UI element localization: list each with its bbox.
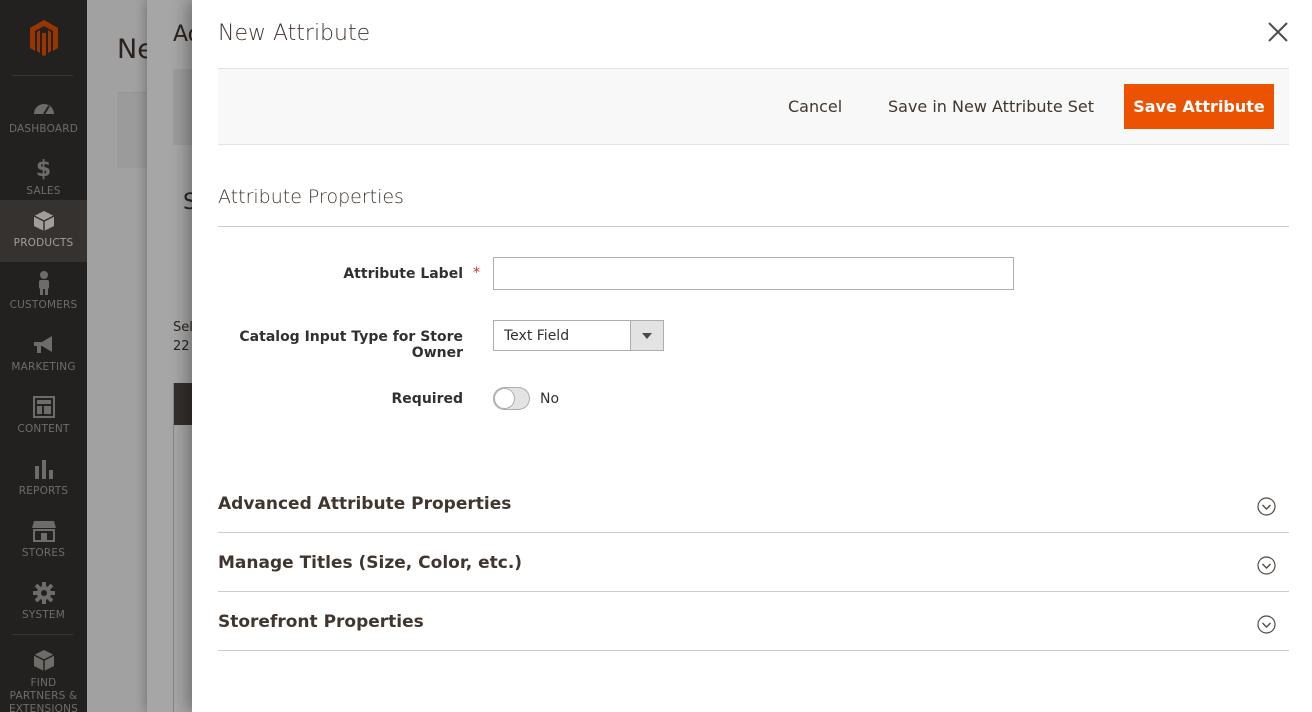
caret-down-icon [642,332,652,339]
store-icon [31,519,57,543]
close-icon [1268,22,1288,42]
sidebar-item-label: SYSTEM [21,609,66,621]
save-in-new-attribute-set-button[interactable]: Save in New Attribute Set [888,97,1094,116]
chevron-down-icon [1257,497,1276,516]
sidebar-item-customers[interactable]: CUSTOMERS [0,262,87,324]
sidebar-item-label: CONTENT [17,423,70,435]
slide-panel-text: 22 [173,339,190,354]
required-asterisk: * [473,265,480,281]
modal-title: New Attribute [218,21,371,46]
sidebar-item-label: REPORTS [18,485,69,497]
sidebar-item-reports[interactable]: REPORTS [0,448,87,510]
sidebar-divider [12,634,73,635]
admin-sidebar: DASHBOARD $ SALES PRODUCTS CUSTOMERS MAR… [0,0,87,712]
sidebar-item-label: CUSTOMERS [9,299,78,311]
sidebar-item-dashboard[interactable]: DASHBOARD [0,86,87,148]
sidebar-item-label: MARKETING [11,361,76,373]
sidebar-item-label: STORES [21,547,66,559]
modal-actions-bar: Cancel Save in New Attribute Set Save At… [218,68,1289,145]
sidebar-item-label: FIND PARTNERS & EXTENSIONS [8,677,79,712]
advanced-attribute-properties-section[interactable]: Advanced Attribute Properties [218,474,1289,533]
cubes-icon [31,649,57,673]
new-attribute-modal: New Attribute Cancel Save in New Attribu… [192,0,1312,712]
magento-logo[interactable] [0,0,87,75]
megaphone-icon [31,333,57,357]
box-icon [31,209,57,233]
select-value: Text Field [504,328,570,344]
sidebar-divider [12,75,73,76]
section-heading: Advanced Attribute Properties [218,494,512,514]
catalog-input-type-label: Catalog Input Type for Store Owner [239,329,463,361]
magento-logo-icon [29,19,58,56]
dropdown-arrow-button[interactable] [630,321,663,350]
close-button[interactable] [1266,20,1290,44]
required-toggle[interactable] [493,387,530,410]
catalog-input-type-select[interactable]: Text Field [493,320,664,351]
dollar-icon: $ [35,156,52,182]
cancel-button[interactable]: Cancel [788,97,842,116]
toggle-knob [494,388,515,409]
section-heading: Manage Titles (Size, Color, etc.) [218,553,523,573]
sidebar-item-marketing[interactable]: MARKETING [0,324,87,386]
sidebar-item-content[interactable]: CONTENT [0,386,87,448]
manage-titles-section[interactable]: Manage Titles (Size, Color, etc.) [218,533,1289,592]
section-heading: Storefront Properties [218,612,424,632]
attribute-label-input[interactable] [493,257,1014,290]
sidebar-item-system[interactable]: SYSTEM [0,572,87,634]
save-attribute-button[interactable]: Save Attribute [1124,84,1274,129]
chevron-down-icon [1257,615,1276,634]
sidebar-item-find-partners[interactable]: FIND PARTNERS & EXTENSIONS [0,640,87,712]
dashboard-icon [31,95,57,119]
sidebar-item-stores[interactable]: STORES [0,510,87,572]
person-icon [31,271,57,295]
required-label: Required [391,391,463,407]
bar-chart-icon [31,457,57,481]
attribute-label-label: Attribute Label [343,266,463,282]
section-divider [218,226,1289,227]
slide-panel-text: Sel [173,320,193,335]
sidebar-item-label: DASHBOARD [8,123,79,135]
gear-icon [31,581,57,605]
sidebar-item-label: PRODUCTS [13,237,74,249]
sidebar-item-label: SALES [26,185,61,197]
layout-icon [31,395,57,419]
required-toggle-value: No [540,391,560,407]
storefront-properties-section[interactable]: Storefront Properties [218,592,1289,651]
chevron-down-icon [1257,556,1276,575]
sidebar-item-products[interactable]: PRODUCTS [0,200,87,262]
section-title: Attribute Properties [218,186,404,208]
